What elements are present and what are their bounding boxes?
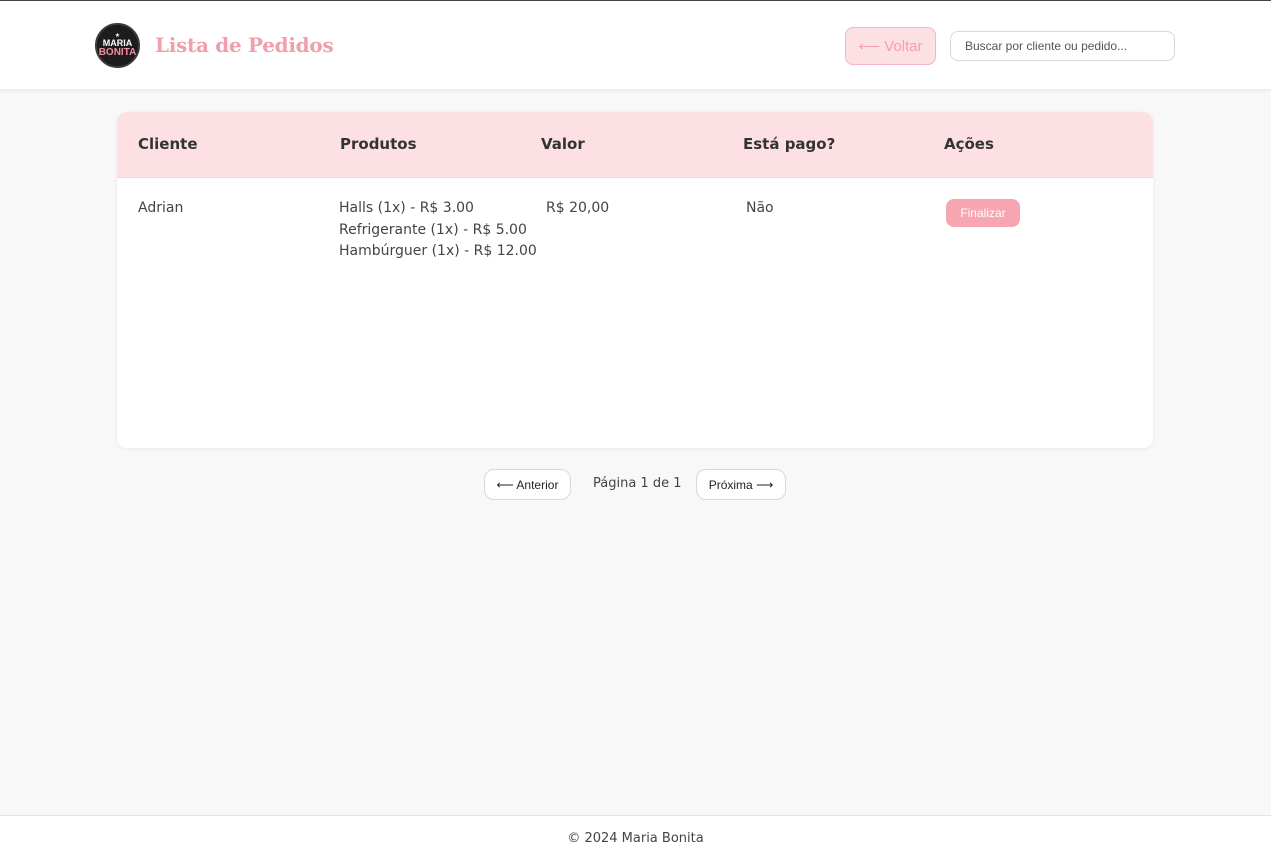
orders-table: Cliente Produtos Valor Está pago? Ações … [117,112,1153,448]
column-header-acoes: Ações [944,135,994,153]
next-page-button[interactable]: Próxima ⟶ [696,469,786,500]
column-header-pago: Está pago? [743,135,836,153]
footer-copyright: © 2024 Maria Bonita [567,830,704,846]
page-title: Lista de Pedidos [155,33,334,57]
footer: © 2024 Maria Bonita [0,815,1271,860]
cell-pago: Não [746,200,774,216]
logo-text-line2: BONITA [98,47,137,58]
column-header-cliente: Cliente [138,135,198,153]
page-indicator: Página 1 de 1 [593,476,682,491]
top-header: ★ MARIA BONITA Lista de Pedidos ⟵ Voltar [0,0,1271,89]
finalizar-button[interactable]: Finalizar [946,199,1020,227]
previous-page-button[interactable]: ⟵ Anterior [484,469,571,500]
table-header: Cliente Produtos Valor Está pago? Ações [117,112,1153,178]
cell-valor: R$ 20,00 [546,200,610,216]
product-item: Hambúrguer (1x) - R$ 12.00 [339,243,537,259]
cell-cliente: Adrian [138,200,184,216]
maria-bonita-logo: ★ MARIA BONITA [95,23,140,68]
search-input[interactable] [950,31,1175,61]
product-item: Refrigerante (1x) - R$ 5.00 [339,221,527,238]
cell-produtos: Halls (1x) - R$ 3.00 Refrigerante (1x) -… [339,198,537,263]
column-header-valor: Valor [541,135,585,153]
product-item: Halls (1x) - R$ 3.00 [339,200,474,216]
column-header-produtos: Produtos [340,135,417,153]
back-button[interactable]: ⟵ Voltar [845,27,936,65]
